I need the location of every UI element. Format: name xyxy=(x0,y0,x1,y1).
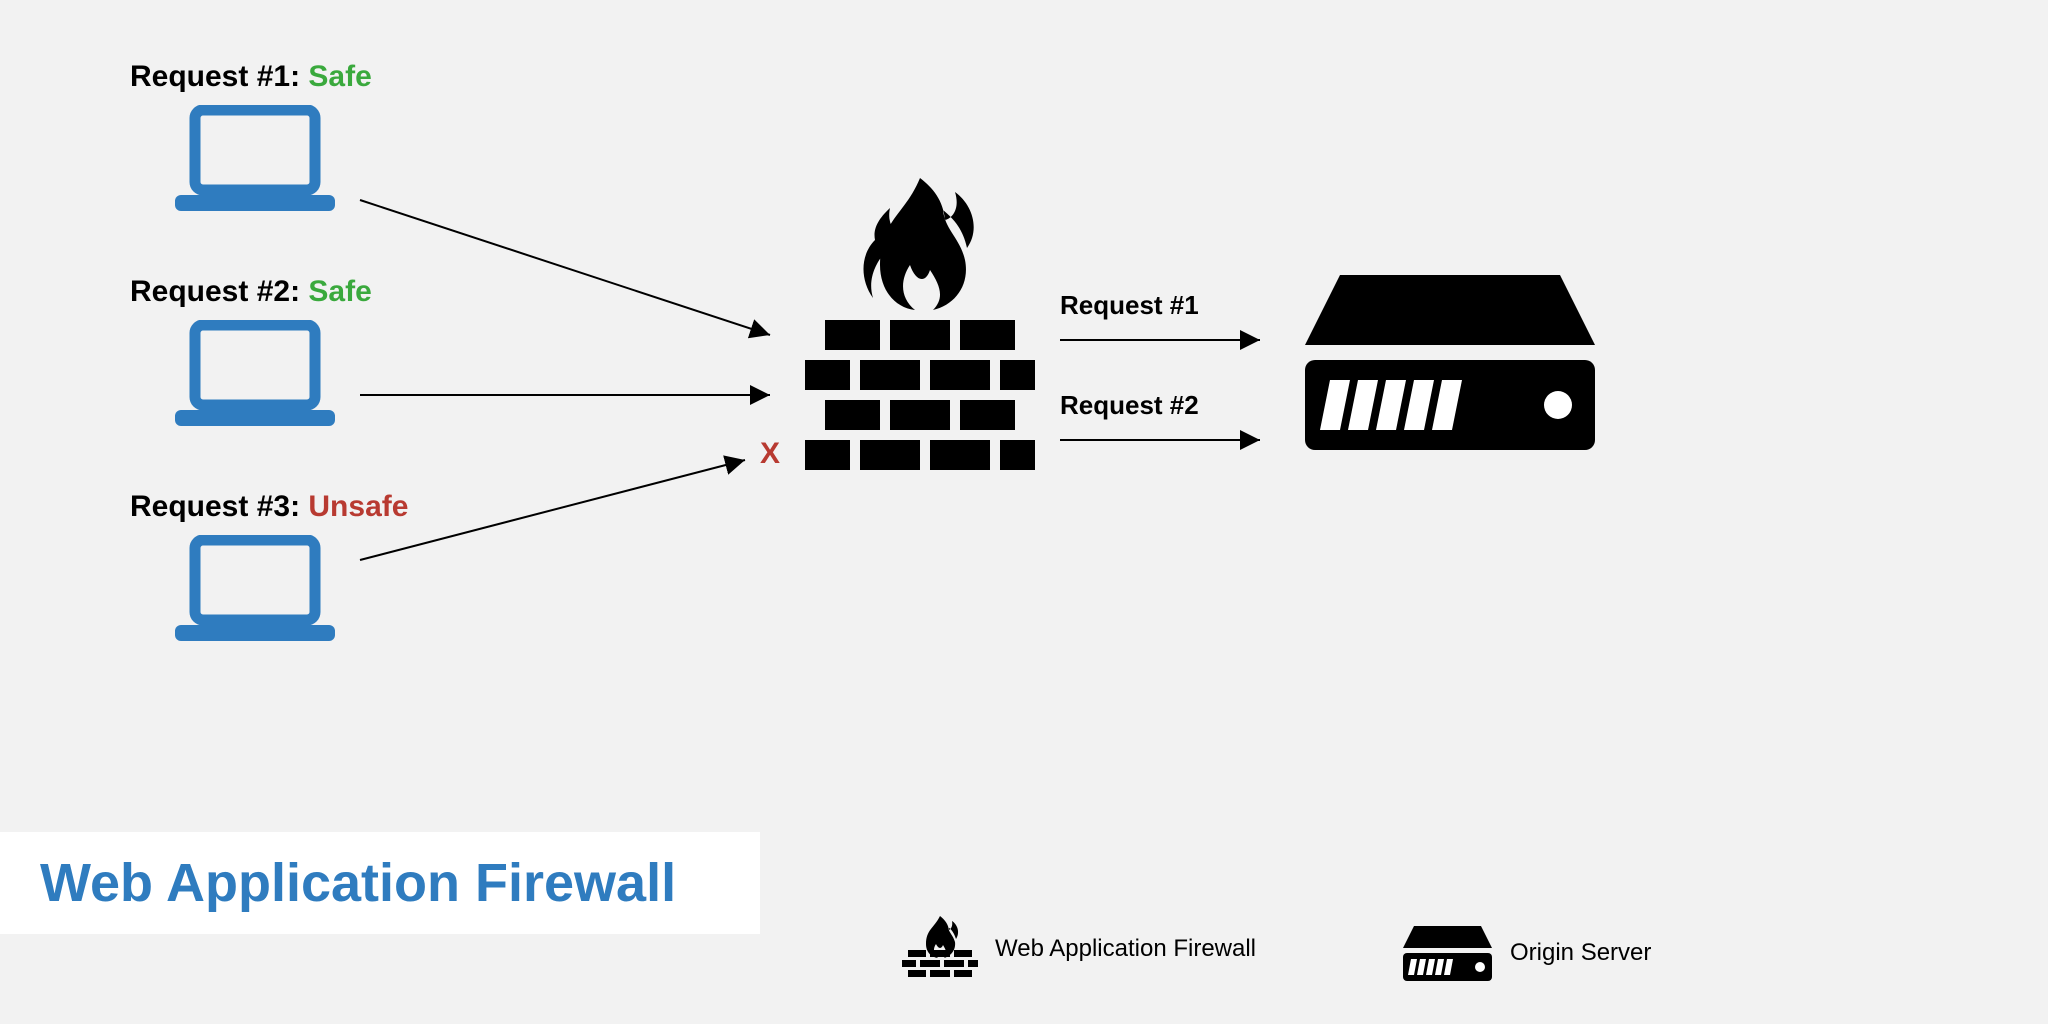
legend-server-text: Origin Server xyxy=(1510,939,1651,967)
firewall-icon xyxy=(805,170,1035,480)
legend-waf: Web Application Firewall xyxy=(900,914,1256,984)
diagram-title: Web Application Firewall xyxy=(40,853,676,913)
legend-server: Origin Server xyxy=(1400,922,1651,984)
diagram-canvas: Request #1: Safe Request #2: Safe Reques… xyxy=(0,0,2048,1024)
blocked-marker: X xyxy=(760,437,780,471)
server-icon xyxy=(1300,265,1600,465)
firewall-icon xyxy=(900,914,980,984)
legend-waf-text: Web Application Firewall xyxy=(995,935,1256,963)
passed-request-1-label: Request #1 xyxy=(1060,290,1199,321)
server-icon xyxy=(1400,922,1495,984)
passed-request-2-label: Request #2 xyxy=(1060,390,1199,421)
title-banner: Web Application Firewall xyxy=(0,832,760,934)
